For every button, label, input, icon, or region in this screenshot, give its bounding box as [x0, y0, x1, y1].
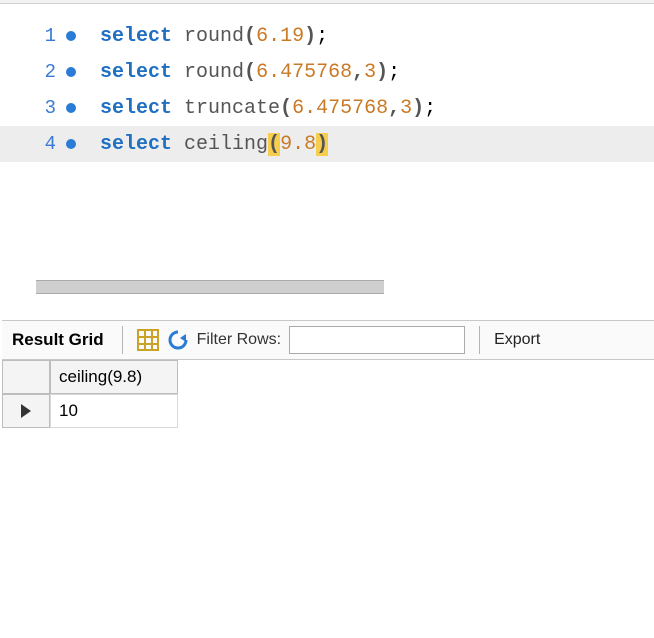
statement-marker-icon: [66, 31, 100, 41]
statement-marker-icon: [66, 103, 100, 113]
line-number: 1: [0, 25, 66, 47]
refresh-icon[interactable]: [167, 329, 189, 351]
line-number: 2: [0, 61, 66, 83]
toolbar-separator: [122, 326, 123, 354]
scrollbar-thumb[interactable]: [36, 281, 384, 293]
editor-line[interactable]: 3 select truncate(6.475768,3);: [0, 90, 654, 126]
filter-rows-label: Filter Rows:: [197, 331, 281, 349]
grid-view-icon[interactable]: [137, 329, 159, 351]
export-label[interactable]: Export: [494, 331, 540, 349]
result-grid-label: Result Grid: [8, 330, 108, 350]
editor-line[interactable]: 4 select ceiling(9.8): [0, 126, 654, 162]
statement-marker-icon: [66, 67, 100, 77]
filter-rows-input[interactable]: [289, 326, 465, 354]
editor-line[interactable]: 1 select round(6.19);: [0, 18, 654, 54]
toolbar-separator: [479, 326, 480, 354]
code-text[interactable]: select round(6.475768,3);: [100, 61, 400, 84]
row-indicator[interactable]: [2, 394, 50, 428]
row-header-corner: [2, 360, 50, 394]
results-panel: Result Grid Filter Rows: Export ceiling(…: [2, 320, 654, 630]
current-row-triangle-icon: [21, 404, 31, 418]
code-text[interactable]: select round(6.19);: [100, 25, 328, 48]
sql-editor[interactable]: 1 select round(6.19); 2 select round(6.4757…: [0, 0, 654, 292]
results-toolbar: Result Grid Filter Rows: Export: [2, 320, 654, 360]
line-number: 3: [0, 97, 66, 119]
line-number: 4: [0, 133, 66, 155]
column-header[interactable]: ceiling(9.8): [50, 360, 178, 394]
horizontal-scrollbar[interactable]: [36, 280, 384, 294]
code-text[interactable]: select truncate(6.475768,3);: [100, 97, 436, 120]
editor-toolbar-edge: [0, 0, 654, 4]
editor-line[interactable]: 2 select round(6.475768,3);: [0, 54, 654, 90]
statement-marker-icon: [66, 139, 100, 149]
code-text[interactable]: select ceiling(9.8): [100, 133, 328, 156]
result-grid-table: ceiling(9.8) 10: [2, 360, 654, 428]
grid-cell[interactable]: 10: [50, 394, 178, 428]
